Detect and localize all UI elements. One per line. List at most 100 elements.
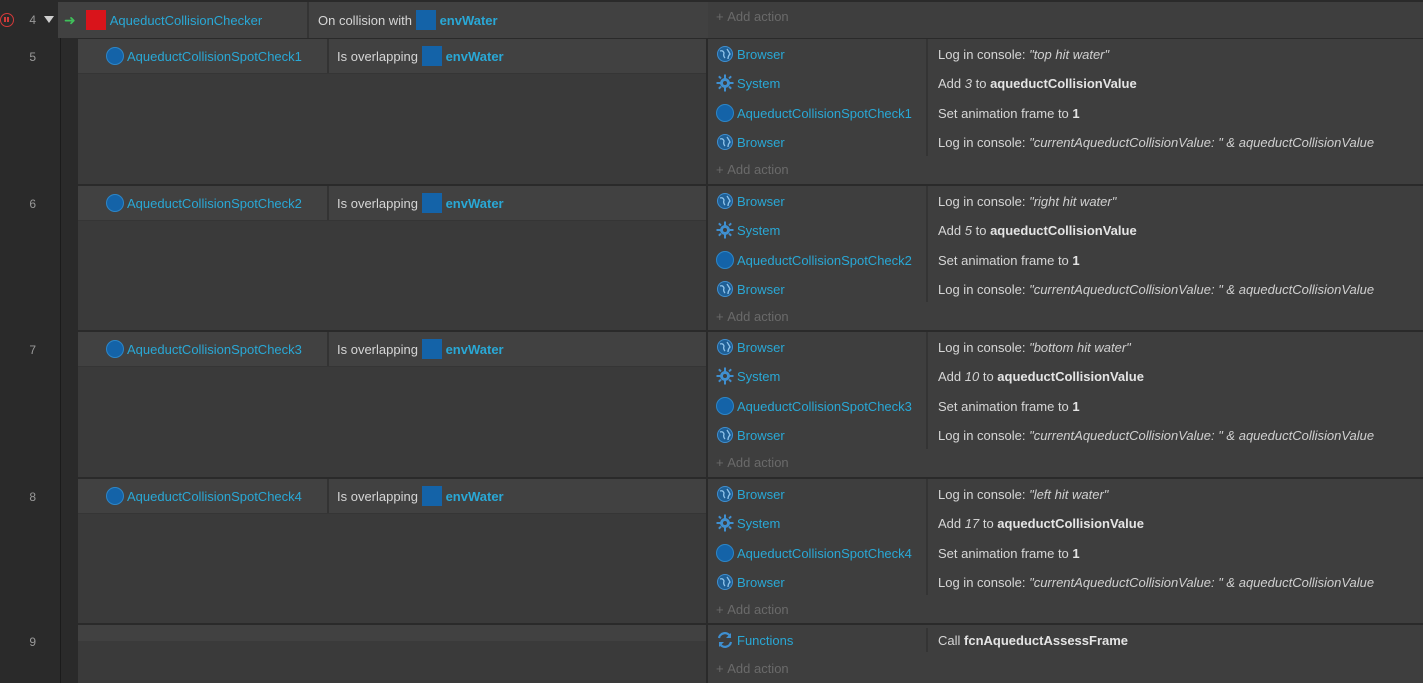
action-text-cell[interactable]: Add 10 to aqueductCollisionValue: [938, 364, 1144, 388]
event-6-action-block[interactable]: Browser Log in console: "right hit water"…: [708, 186, 1423, 330]
action-object-cell[interactable]: AqueductCollisionSpotCheck2: [716, 248, 912, 272]
action-text-cell[interactable]: Log in console: "currentAqueductCollisio…: [938, 570, 1374, 594]
collapse-triangle-icon[interactable]: [44, 16, 54, 23]
condition-object-name[interactable]: AqueductCollisionSpotCheck4: [127, 489, 302, 504]
action-text-cell[interactable]: Log in console: "currentAqueductCollisio…: [938, 423, 1374, 447]
condition-row[interactable]: AqueductCollisionSpotCheck2 Is overlappin…: [78, 186, 706, 221]
condition-object-cell[interactable]: AqueductCollisionSpotCheck4: [106, 479, 302, 513]
action-text-cell[interactable]: Add 3 to aqueductCollisionValue: [938, 71, 1137, 95]
empty-condition-row[interactable]: [78, 625, 706, 641]
condition-object-cell[interactable]: AqueductCollisionSpotCheck1: [106, 39, 302, 73]
action-text-cell[interactable]: Log in console: "left hit water": [938, 482, 1108, 506]
action-object-cell[interactable]: AqueductCollisionSpotCheck1: [716, 101, 912, 125]
action-text-cell[interactable]: Log in console: "currentAqueductCollisio…: [938, 130, 1374, 154]
action-text-cell[interactable]: Set animation frame to 1: [938, 541, 1080, 565]
action-object-name[interactable]: Browser: [737, 47, 785, 62]
action-text: to: [971, 222, 991, 238]
event-9-action-block[interactable]: Functions Call fcnAqueductAssessFrame + …: [708, 625, 1423, 683]
event-7-condition-block[interactable]: AqueductCollisionSpotCheck3 Is overlappin…: [78, 332, 706, 477]
action-object-name[interactable]: Browser: [737, 340, 785, 355]
condition-target-object[interactable]: envWater: [446, 196, 504, 211]
action-text-cell[interactable]: Set animation frame to 1: [938, 101, 1080, 125]
action-text-cell[interactable]: Log in console: "right hit water": [938, 189, 1116, 213]
condition-object-cell[interactable]: AqueductCollisionSpotCheck3: [106, 332, 302, 366]
action-object-cell[interactable]: Browser: [716, 423, 785, 447]
action-text-cell[interactable]: Log in console: "top hit water": [938, 42, 1109, 66]
action-object-name[interactable]: AqueductCollisionSpotCheck2: [737, 253, 912, 268]
condition-cell[interactable]: Is overlapping envWater: [337, 39, 504, 73]
condition-object-cell[interactable]: AqueductCollisionSpotCheck2: [106, 186, 302, 220]
sprite-blue-icon: [421, 486, 442, 506]
action-object-name[interactable]: AqueductCollisionSpotCheck3: [737, 399, 912, 414]
condition-target-object[interactable]: envWater: [446, 342, 504, 357]
action-object-cell[interactable]: AqueductCollisionSpotCheck4: [716, 541, 912, 565]
event-8-action-block[interactable]: Browser Log in console: "left hit water" S…: [708, 479, 1423, 623]
condition-cell[interactable]: On collision with envWater: [318, 2, 498, 38]
condition-target-object[interactable]: envWater: [446, 489, 504, 504]
add-action-link[interactable]: + Add action: [716, 305, 789, 327]
action-text-cell[interactable]: Set animation frame to 1: [938, 394, 1080, 418]
action-text-cell[interactable]: Add 17 to aqueductCollisionValue: [938, 511, 1144, 535]
event-7-action-block[interactable]: Browser Log in console: "bottom hit water…: [708, 332, 1423, 477]
sprite-blue-icon: [421, 339, 442, 359]
trigger-cell[interactable]: ➜ AqueductCollisionChecker: [64, 2, 262, 38]
action-object-name[interactable]: Functions: [737, 633, 793, 648]
action-object-name[interactable]: System: [737, 516, 780, 531]
add-action-link[interactable]: + Add action: [716, 657, 789, 679]
action-object-name[interactable]: System: [737, 76, 780, 91]
action-object-name[interactable]: Browser: [737, 428, 785, 443]
condition-cell[interactable]: Is overlapping envWater: [337, 332, 504, 366]
action-object-cell[interactable]: System: [716, 218, 780, 242]
action-text-cell[interactable]: Log in console: "currentAqueductCollisio…: [938, 277, 1374, 301]
condition-target-object[interactable]: envWater: [446, 49, 504, 64]
event-4-action-block[interactable]: + Add action: [708, 2, 1423, 38]
action-object-name[interactable]: Browser: [737, 135, 785, 150]
action-object-name[interactable]: Browser: [737, 194, 785, 209]
action-object-cell[interactable]: System: [716, 364, 780, 388]
event-9-condition-block[interactable]: [78, 625, 706, 683]
event-5-condition-block[interactable]: AqueductCollisionSpotCheck1 Is overlappin…: [78, 39, 706, 184]
action-value: "left hit water": [1029, 486, 1109, 502]
action-object-cell[interactable]: Browser: [716, 189, 785, 213]
action-object-cell[interactable]: Browser: [716, 42, 785, 66]
condition-object-name[interactable]: AqueductCollisionSpotCheck3: [127, 342, 302, 357]
action-object-name[interactable]: System: [737, 369, 780, 384]
condition-row[interactable]: AqueductCollisionSpotCheck3 Is overlappin…: [78, 332, 706, 367]
event-8-condition-block[interactable]: AqueductCollisionSpotCheck4 Is overlappin…: [78, 479, 706, 623]
action-text-cell[interactable]: Call fcnAqueductAssessFrame: [938, 628, 1128, 652]
add-action-link[interactable]: + Add action: [716, 451, 789, 473]
action-object-cell[interactable]: Browser: [716, 570, 785, 594]
action-object-cell[interactable]: Functions: [716, 628, 793, 652]
event-6-condition-block[interactable]: AqueductCollisionSpotCheck2 Is overlappin…: [78, 186, 706, 330]
action-object-cell[interactable]: Browser: [716, 277, 785, 301]
condition-object-name[interactable]: AqueductCollisionSpotCheck1: [127, 49, 302, 64]
condition-row[interactable]: AqueductCollisionSpotCheck4 Is overlappin…: [78, 479, 706, 514]
action-object-cell[interactable]: Browser: [716, 482, 785, 506]
condition-object-name[interactable]: AqueductCollisionChecker: [110, 13, 262, 28]
event-5-action-block[interactable]: Browser Log in console: "top hit water" Sy…: [708, 39, 1423, 184]
action-object-name[interactable]: System: [737, 223, 780, 238]
action-object-name[interactable]: AqueductCollisionSpotCheck1: [737, 106, 912, 121]
action-object-name[interactable]: Browser: [737, 575, 785, 590]
action-object-cell[interactable]: AqueductCollisionSpotCheck3: [716, 394, 912, 418]
action-object-cell[interactable]: Browser: [716, 335, 785, 359]
condition-cell[interactable]: Is overlapping envWater: [337, 479, 504, 513]
action-object-name[interactable]: AqueductCollisionSpotCheck4: [737, 546, 912, 561]
action-text-cell[interactable]: Set animation frame to 1: [938, 248, 1080, 272]
condition-row[interactable]: AqueductCollisionSpotCheck1 Is overlappin…: [78, 39, 706, 74]
action-object-cell[interactable]: Browser: [716, 130, 785, 154]
event-4-condition-block[interactable]: ➜ AqueductCollisionChecker On collision …: [58, 2, 708, 38]
action-object-name[interactable]: Browser: [737, 282, 785, 297]
condition-cell[interactable]: Is overlapping envWater: [337, 186, 504, 220]
condition-target-object[interactable]: envWater: [440, 13, 498, 28]
add-action-link[interactable]: + Add action: [716, 158, 789, 180]
add-action-link[interactable]: + Add action: [716, 598, 789, 620]
add-action-link[interactable]: + Add action: [716, 2, 789, 30]
action-variable: aqueductCollisionValue: [997, 515, 1144, 531]
action-object-cell[interactable]: System: [716, 71, 780, 95]
action-text-cell[interactable]: Log in console: "bottom hit water": [938, 335, 1131, 359]
action-text-cell[interactable]: Add 5 to aqueductCollisionValue: [938, 218, 1137, 242]
action-object-cell[interactable]: System: [716, 511, 780, 535]
condition-object-name[interactable]: AqueductCollisionSpotCheck2: [127, 196, 302, 211]
action-object-name[interactable]: Browser: [737, 487, 785, 502]
